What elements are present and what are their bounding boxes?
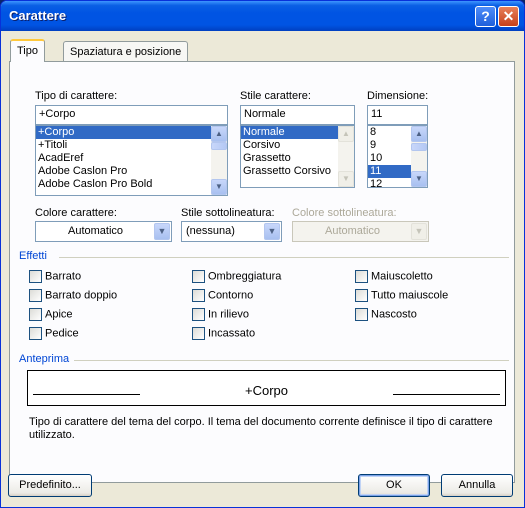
checkbox-incassato[interactable]: Incassato (192, 327, 255, 341)
tab-tipo[interactable]: Tipo (10, 39, 45, 62)
font-list-item[interactable]: +Titoli (36, 139, 227, 152)
font-color-select[interactable]: Automatico ▼ (35, 221, 172, 242)
checkbox-box[interactable] (29, 308, 42, 321)
font-label: Tipo di carattere: (35, 90, 118, 102)
checkbox-box[interactable] (192, 270, 205, 283)
checkbox-box[interactable] (29, 327, 42, 340)
size-listbox[interactable]: 8 9 10 11 12 ▲ ▼ (367, 125, 428, 188)
checkbox-label: In rilievo (208, 308, 249, 321)
style-scrollbar: ▲ ▼ (338, 126, 354, 187)
size-label: Dimensione: (367, 90, 429, 102)
checkbox-box[interactable] (355, 289, 368, 302)
scroll-thumb[interactable] (411, 143, 427, 151)
ok-button[interactable]: OK (358, 474, 430, 497)
checkbox-label: Barrato (45, 270, 82, 283)
preview-title: Anteprima (19, 353, 70, 365)
scroll-thumb[interactable] (211, 142, 227, 150)
preview-description: Tipo di carattere del tema del corpo. Il… (29, 416, 493, 441)
checkbox-box[interactable] (192, 308, 205, 321)
preview-baseline-right (393, 394, 500, 395)
question-mark-icon: ? (481, 8, 490, 24)
font-list-item[interactable]: Adobe Caslon Pro Bold (36, 178, 227, 191)
font-list-item[interactable]: AcadEref (36, 152, 227, 165)
tab-spaziatura[interactable]: Spaziatura e posizione (63, 41, 189, 62)
underline-color-label: Colore sottolineatura: (292, 207, 397, 219)
scroll-up-icon: ▲ (338, 126, 354, 142)
checkbox-apice[interactable]: Apice (29, 308, 73, 322)
checkbox-in-rilievo[interactable]: In rilievo (192, 308, 249, 322)
scroll-up-icon[interactable]: ▲ (411, 126, 427, 142)
underline-color-value: Automatico (324, 225, 381, 237)
checkbox-tutto-maiuscole[interactable]: Tutto maiuscole (355, 289, 448, 303)
dialog-body: Tipo Spaziatura e posizione Tipo di cara… (4, 31, 521, 505)
cancel-button[interactable]: Annulla (441, 474, 513, 497)
checkbox-ombreggiatura[interactable]: Ombreggiatura (192, 270, 281, 284)
checkbox-box[interactable] (192, 289, 205, 302)
checkbox-pedice[interactable]: Pedice (29, 327, 79, 341)
checkbox-nascosto[interactable]: Nascosto (355, 308, 417, 322)
underline-color-select: Automatico ▼ (292, 221, 429, 242)
font-listbox[interactable]: +Corpo +Titoli AcadEref Adobe Caslon Pro Ado… (35, 125, 228, 196)
scroll-down-icon: ▼ (338, 171, 354, 187)
checkbox-box[interactable] (355, 270, 368, 283)
checkbox-label: Nascosto (371, 308, 417, 321)
size-scrollbar[interactable]: ▲ ▼ (411, 126, 427, 187)
font-color-label: Colore carattere: (35, 207, 117, 219)
title-bar[interactable]: Carattere ? ✕ (1, 1, 524, 31)
preview-text: +Corpo (245, 383, 288, 398)
underline-style-select[interactable]: (nessuna) ▼ (181, 221, 282, 242)
checkbox-label: Pedice (45, 327, 79, 340)
chevron-down-icon: ▼ (411, 223, 427, 240)
preview-divider (74, 360, 509, 361)
close-icon: ✕ (502, 8, 515, 24)
checkbox-box[interactable] (355, 308, 368, 321)
style-input[interactable]: Normale (240, 105, 355, 125)
underline-style-label: Stile sottolineatura: (181, 207, 275, 219)
checkbox-label: Contorno (208, 289, 254, 302)
font-list-item[interactable]: Adobe Caslon Pro (36, 165, 227, 178)
checkbox-barrato[interactable]: Barrato (29, 270, 81, 284)
chevron-down-icon[interactable]: ▼ (264, 223, 280, 240)
font-input[interactable]: +Corpo (35, 105, 228, 125)
style-label: Stile carattere: (240, 90, 311, 102)
style-listbox[interactable]: Normale Corsivo Grassetto Grassetto Corsivo… (240, 125, 355, 188)
scroll-up-icon[interactable]: ▲ (211, 126, 227, 142)
preview-box: +Corpo (27, 370, 506, 406)
checkbox-maiuscoletto[interactable]: Maiuscoletto (355, 270, 433, 284)
checkbox-contorno[interactable]: Contorno (192, 289, 253, 303)
font-dialog: Carattere ? ✕ Tipo Spaziatura e posizion… (0, 0, 525, 508)
checkbox-box[interactable] (29, 289, 42, 302)
checkbox-label: Incassato (208, 327, 256, 340)
dialog-title: Carattere (9, 8, 67, 23)
size-input[interactable]: 11 (367, 105, 428, 125)
checkbox-label: Maiuscoletto (371, 270, 433, 283)
effects-divider (59, 257, 509, 258)
chevron-down-icon[interactable]: ▼ (154, 223, 170, 240)
scroll-down-icon[interactable]: ▼ (211, 179, 227, 195)
checkbox-label: Ombreggiatura (208, 270, 282, 283)
close-button[interactable]: ✕ (498, 6, 519, 27)
checkbox-label: Apice (45, 308, 73, 321)
checkbox-barrato-doppio[interactable]: Barrato doppio (29, 289, 117, 303)
scroll-down-icon[interactable]: ▼ (411, 171, 427, 187)
font-list-item[interactable]: +Corpo (36, 126, 227, 139)
font-color-value: Automatico (67, 225, 124, 237)
checkbox-label: Tutto maiuscole (371, 289, 449, 302)
effects-title: Effetti (19, 250, 47, 262)
underline-style-value: (nessuna) (186, 225, 235, 237)
font-scrollbar[interactable]: ▲ ▼ (211, 126, 227, 195)
help-button[interactable]: ? (475, 6, 496, 27)
checkbox-box[interactable] (29, 270, 42, 283)
checkbox-label: Barrato doppio (45, 289, 118, 302)
tab-spaziatura-label: Spaziatura e posizione (70, 46, 182, 58)
default-button[interactable]: Predefinito... (8, 474, 92, 497)
checkbox-box[interactable] (192, 327, 205, 340)
tab-tipo-label: Tipo (17, 45, 38, 57)
